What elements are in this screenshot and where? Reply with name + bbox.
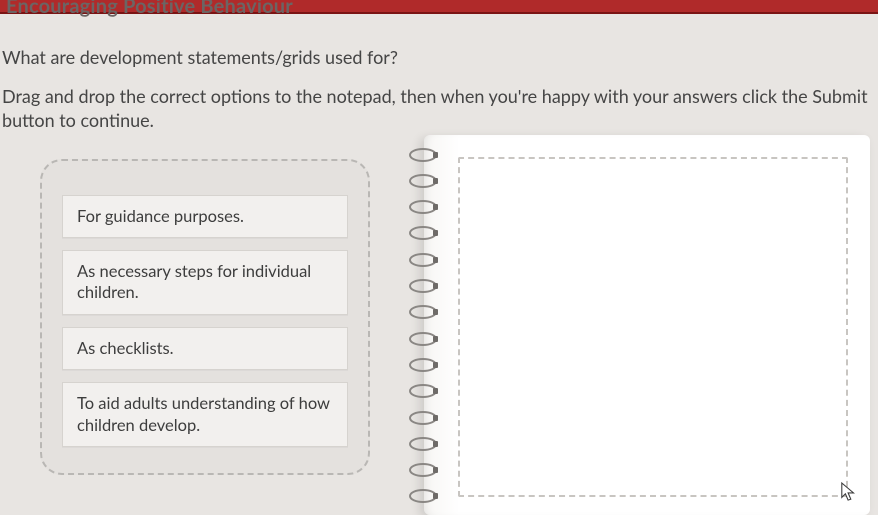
spiral-ring-icon (408, 304, 438, 320)
spiral-ring-icon (408, 436, 438, 452)
spiral-ring-icon (408, 278, 438, 294)
drop-zone[interactable] (458, 157, 848, 497)
notepad-page (424, 135, 870, 515)
spiral-ring-icon (408, 173, 438, 189)
spiral-ring-icon (408, 331, 438, 347)
page-title: Encouraging Positive Behaviour (0, 0, 299, 18)
spiral-ring-icon (408, 410, 438, 426)
spiral-binding (408, 147, 438, 505)
instructions-text: Drag and drop the correct options to the… (0, 84, 874, 133)
spiral-ring-icon (408, 383, 438, 399)
draggable-option[interactable]: As checklists. (62, 327, 348, 370)
draggable-option[interactable]: For guidance purposes. (62, 195, 348, 238)
content-area: What are development statements/grids us… (0, 14, 878, 515)
spiral-ring-icon (408, 357, 438, 373)
spiral-ring-icon (408, 225, 438, 241)
draggable-option[interactable]: To aid adults understanding of how child… (62, 382, 348, 447)
spiral-ring-icon (408, 252, 438, 268)
question-text: What are development statements/grids us… (0, 46, 874, 68)
spiral-ring-icon (408, 462, 438, 478)
notepad-container (388, 135, 874, 515)
draggable-option[interactable]: As necessary steps for individual childr… (62, 250, 348, 315)
options-panel: For guidance purposes. As necessary step… (40, 159, 370, 476)
activity-row: For guidance purposes. As necessary step… (0, 143, 874, 515)
spiral-ring-icon (408, 199, 438, 215)
spiral-ring-icon (408, 147, 438, 163)
spiral-ring-icon (408, 488, 438, 504)
